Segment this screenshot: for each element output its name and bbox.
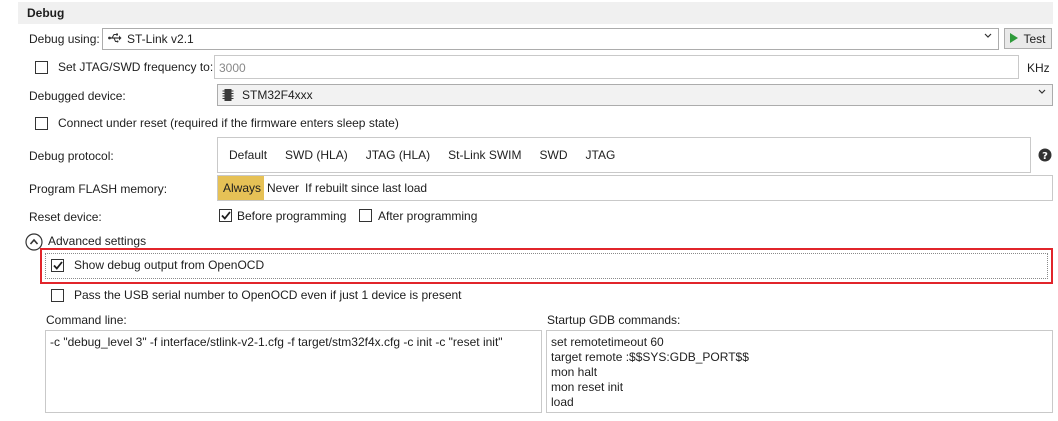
flash-option-never[interactable]: Never — [264, 176, 302, 200]
startup-gdb-label: Startup GDB commands: — [547, 313, 681, 327]
protocol-option-swd[interactable]: SWD — [531, 148, 577, 162]
check-icon — [52, 261, 63, 270]
gdb-line: load — [551, 395, 574, 409]
protocol-option-default[interactable]: Default — [220, 148, 276, 162]
protocol-option-jtag[interactable]: JTAG — [577, 148, 625, 162]
svg-text:?: ? — [1042, 151, 1048, 162]
debug-using-label: Debug using: — [29, 32, 100, 46]
protocol-option-stlink-swim[interactable]: St-Link SWIM — [439, 148, 530, 162]
jtag-freq-label: Set JTAG/SWD frequency to: — [58, 60, 214, 74]
jtag-freq-unit: KHz — [1027, 61, 1050, 75]
usb-icon — [108, 32, 122, 47]
debugged-device-value: STM32F4xxx — [242, 88, 313, 102]
section-title: Debug — [27, 6, 65, 20]
advanced-settings-label[interactable]: Advanced settings — [48, 234, 146, 248]
startup-gdb-textarea[interactable]: set remotetimeout 60 target remote :$$SY… — [546, 330, 1053, 413]
protocol-option-swd-hla[interactable]: SWD (HLA) — [276, 148, 357, 162]
command-line-textarea[interactable]: -c "debug_level 3" -f interface/stlink-v… — [45, 330, 542, 413]
debug-protocol-label: Debug protocol: — [29, 149, 114, 163]
command-line-value: -c "debug_level 3" -f interface/stlink-v… — [50, 335, 503, 349]
jtag-freq-input[interactable]: 3000 — [214, 55, 1019, 79]
debugged-device-select[interactable]: STM32F4xxx — [217, 84, 1053, 106]
jtag-freq-value: 3000 — [219, 61, 246, 75]
before-programming-checkbox[interactable] — [219, 209, 232, 222]
test-button[interactable]: Test — [1004, 28, 1052, 49]
protocol-option-jtag-hla[interactable]: JTAG (HLA) — [357, 148, 439, 162]
gdb-line: mon halt — [551, 365, 598, 379]
show-debug-output-label: Show debug output from OpenOCD — [74, 258, 265, 272]
check-icon — [220, 211, 231, 220]
chip-icon — [222, 88, 234, 105]
before-programming-label: Before programming — [237, 209, 347, 223]
flash-option-if-rebuilt[interactable]: If rebuilt since last load — [302, 176, 430, 200]
chevron-down-icon — [984, 31, 992, 42]
connect-reset-checkbox[interactable] — [35, 117, 48, 130]
gdb-line: mon reset init — [551, 380, 624, 394]
test-button-label: Test — [1023, 31, 1046, 46]
reset-device-label: Reset device: — [29, 210, 102, 224]
play-icon — [1010, 32, 1019, 46]
debug-using-value: ST-Link v2.1 — [127, 32, 194, 46]
debug-using-select[interactable]: ST-Link v2.1 — [102, 28, 999, 50]
after-programming-label: After programming — [378, 209, 478, 223]
pass-usb-serial-checkbox[interactable] — [51, 289, 64, 302]
help-icon[interactable]: ? — [1038, 148, 1052, 165]
chevron-down-icon — [1038, 87, 1046, 98]
program-flash-group: Always Never If rebuilt since last load — [217, 175, 1053, 201]
after-programming-checkbox[interactable] — [359, 209, 372, 222]
command-line-label: Command line: — [46, 313, 127, 327]
program-flash-label: Program FLASH memory: — [29, 182, 168, 196]
gdb-line: set remotetimeout 60 — [551, 335, 664, 349]
show-debug-output-checkbox[interactable] — [51, 259, 64, 272]
flash-option-always[interactable]: Always — [218, 176, 265, 200]
debugged-device-label: Debugged device: — [29, 89, 126, 103]
connect-reset-label: Connect under reset (required if the fir… — [58, 116, 399, 130]
jtag-freq-checkbox[interactable] — [35, 61, 48, 74]
gdb-line: target remote :$$SYS:GDB_PORT$$ — [551, 350, 749, 364]
debug-protocol-group: Default SWD (HLA) JTAG (HLA) St-Link SWI… — [217, 137, 1031, 173]
section-header — [18, 2, 1053, 24]
pass-usb-serial-label: Pass the USB serial number to OpenOCD ev… — [74, 288, 462, 302]
